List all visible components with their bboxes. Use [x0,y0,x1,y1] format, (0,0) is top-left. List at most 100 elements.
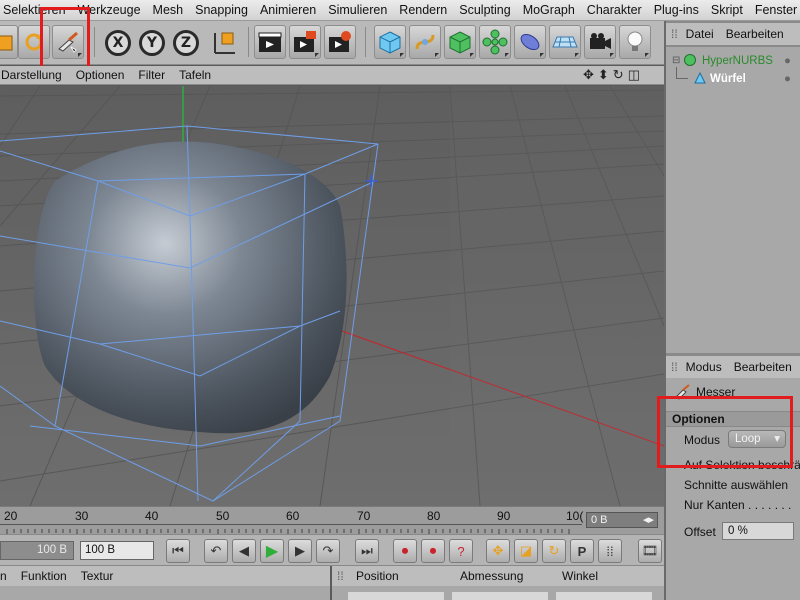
menu-n[interactable]: n [0,569,14,583]
keyframe-selection-icon[interactable]: ? [449,539,473,563]
z-axis-lock-icon[interactable]: Z [173,30,199,56]
autokey-icon[interactable]: ⏺ [421,539,445,563]
tick-40: 40 [145,509,159,523]
start-frame-field[interactable]: 100 B [0,541,74,560]
tick-80: 80 [427,509,441,523]
go-to-start-icon[interactable]: ⏮ [166,539,190,563]
x-axis-label: X [112,35,124,51]
subdivision-icon[interactable] [444,25,476,59]
viewport-menu-bar: Darstellung Optionen Filter Tafeln ✥ ⬍ ↻… [0,66,664,85]
option-schnitte-auswaehlen[interactable]: Schnitte auswählen [684,478,788,492]
previous-key-icon[interactable]: ↶ [204,539,228,563]
visibility-dot-icon[interactable]: ● [784,53,791,69]
render-settings-icon[interactable] [324,25,356,59]
rotate-view-icon[interactable]: ↻ [613,67,624,83]
menu-fenster[interactable]: Fenster [749,3,800,17]
object-manager-menu: ⁞⁞ Datei Bearbeiten [666,23,800,45]
object-name-hypernurbs: HyperNURBS [702,55,773,67]
spline-pen-icon[interactable] [409,25,441,59]
coord-angle-header: Winkel [562,569,599,583]
tick-30: 30 [75,509,89,523]
rotation-key-icon[interactable]: ↻ [542,539,566,563]
tick-60: 60 [286,509,300,523]
coordinate-system-icon[interactable] [208,25,240,59]
floor-icon[interactable] [549,25,581,59]
menu-bearbeiten[interactable]: Bearbeiten [726,27,784,41]
attribute-manager-menu: ⁞⁞ Modus Bearbeiten [666,356,800,378]
object-manager-tree: ⊟ HyperNURBS ● Würfel ● [666,47,800,353]
menu-snapping[interactable]: Snapping [189,3,254,17]
y-axis-lock-icon[interactable]: Y [139,30,165,56]
timeline[interactable]: 20 30 40 50 60 70 80 90 10(0 B ◂▸ [0,506,664,537]
grip-icon[interactable]: ⁞⁞ [337,569,344,583]
option-nur-kanten[interactable]: Nur Kanten . . . . . . . [684,498,791,512]
menu-animieren[interactable]: Animieren [254,3,322,17]
3d-viewport[interactable] [0,86,664,506]
tick-70: 70 [357,509,371,523]
menu-modus[interactable]: Modus [686,360,722,374]
cinema4d-window: Selektieren Werkzeuge Mesh Snapping Anim… [0,0,800,600]
zoom-view-icon[interactable]: ⬍ [598,67,609,83]
timeline-ruler[interactable] [0,524,582,537]
object-name-wuerfel: Würfel [710,73,746,85]
tick-100: 10( [566,509,584,523]
grip-icon[interactable]: ⁞⁞ [671,360,678,374]
record-keyframe-icon[interactable]: ⏺ [393,539,417,563]
next-frame-icon[interactable]: ▶ [288,539,312,563]
menu-darstellung[interactable]: Darstellung [0,68,69,82]
go-to-end-icon[interactable]: ⏭ [355,539,379,563]
material-manager-body [0,586,330,600]
deformer-icon[interactable] [514,25,546,59]
menu-simulieren[interactable]: Simulieren [322,3,393,17]
menu-optionen[interactable]: Optionen [69,68,132,82]
material-manager-menu: n Funktion Textur [0,566,330,586]
timeline-window-icon[interactable]: 🎞 [638,539,662,563]
render-view-icon[interactable] [254,25,286,59]
coordinates-header: ⁞⁞ Position Abmessung Winkel [332,566,664,586]
menu-textur[interactable]: Textur [74,569,121,583]
main-menu-bar: Selektieren Werkzeuge Mesh Snapping Anim… [0,0,800,21]
menu-funktion[interactable]: Funktion [14,569,74,583]
camera-icon[interactable] [584,25,616,59]
point-level-icon[interactable]: ⁞⁞ [598,539,622,563]
play-icon[interactable]: ▶ [260,539,284,563]
transport-bar: 100 B 100 B ⏮ ↶ ◀ ▶ ▶ ↷ ⏭ ⏺ ⏺ ? ✥ ◪ ↻ P … [0,534,664,566]
menu-plugins[interactable]: Plug-ins [648,3,705,17]
next-key-icon[interactable]: ↷ [316,539,340,563]
scale-key-icon[interactable]: ◪ [514,539,538,563]
menu-charakter[interactable]: Charakter [581,3,648,17]
menu-rendern[interactable]: Rendern [393,3,453,17]
param-key-icon[interactable]: P [570,539,594,563]
toggle-view-icon[interactable]: ◫ [628,67,640,83]
offset-label: Offset [684,525,716,539]
current-frame-field[interactable]: 0 B ◂▸ [586,512,658,528]
menu-mograph[interactable]: MoGraph [517,3,581,17]
tick-20: 20 [4,509,18,523]
coord-position-header: Position [356,569,399,583]
render-to-picture-viewer-icon[interactable] [289,25,321,59]
end-frame-field[interactable]: 100 B [80,541,154,560]
menu-tafeln[interactable]: Tafeln [172,68,218,82]
cube-tool-icon[interactable] [0,25,18,59]
menu-sculpting[interactable]: Sculpting [453,3,516,17]
object-row-wuerfel[interactable]: Würfel ● [666,67,800,87]
hypernurbs-icon [684,54,696,66]
previous-frame-icon[interactable]: ◀ [232,539,256,563]
x-axis-lock-icon[interactable]: X [105,30,131,56]
light-icon[interactable] [619,25,651,59]
move-view-icon[interactable]: ✥ [583,67,594,83]
offset-field[interactable]: 0 % [722,522,794,540]
options-highlight [657,396,793,468]
menu-skript[interactable]: Skript [705,3,749,17]
menu-datei[interactable]: Datei [686,27,714,41]
viewport-nav: ✥ ⬍ ↻ ◫ [583,67,640,83]
menu-bearbeiten-am[interactable]: Bearbeiten [734,360,792,374]
menu-mesh[interactable]: Mesh [147,3,190,17]
cube-primitive-icon[interactable] [374,25,406,59]
move-key-icon[interactable]: ✥ [486,539,510,563]
array-icon[interactable] [479,25,511,59]
grip-icon[interactable]: ⁞⁞ [671,27,678,41]
menu-filter[interactable]: Filter [131,68,172,82]
current-frame-value: 0 B [591,514,608,526]
visibility-dot-icon[interactable]: ● [784,71,791,87]
